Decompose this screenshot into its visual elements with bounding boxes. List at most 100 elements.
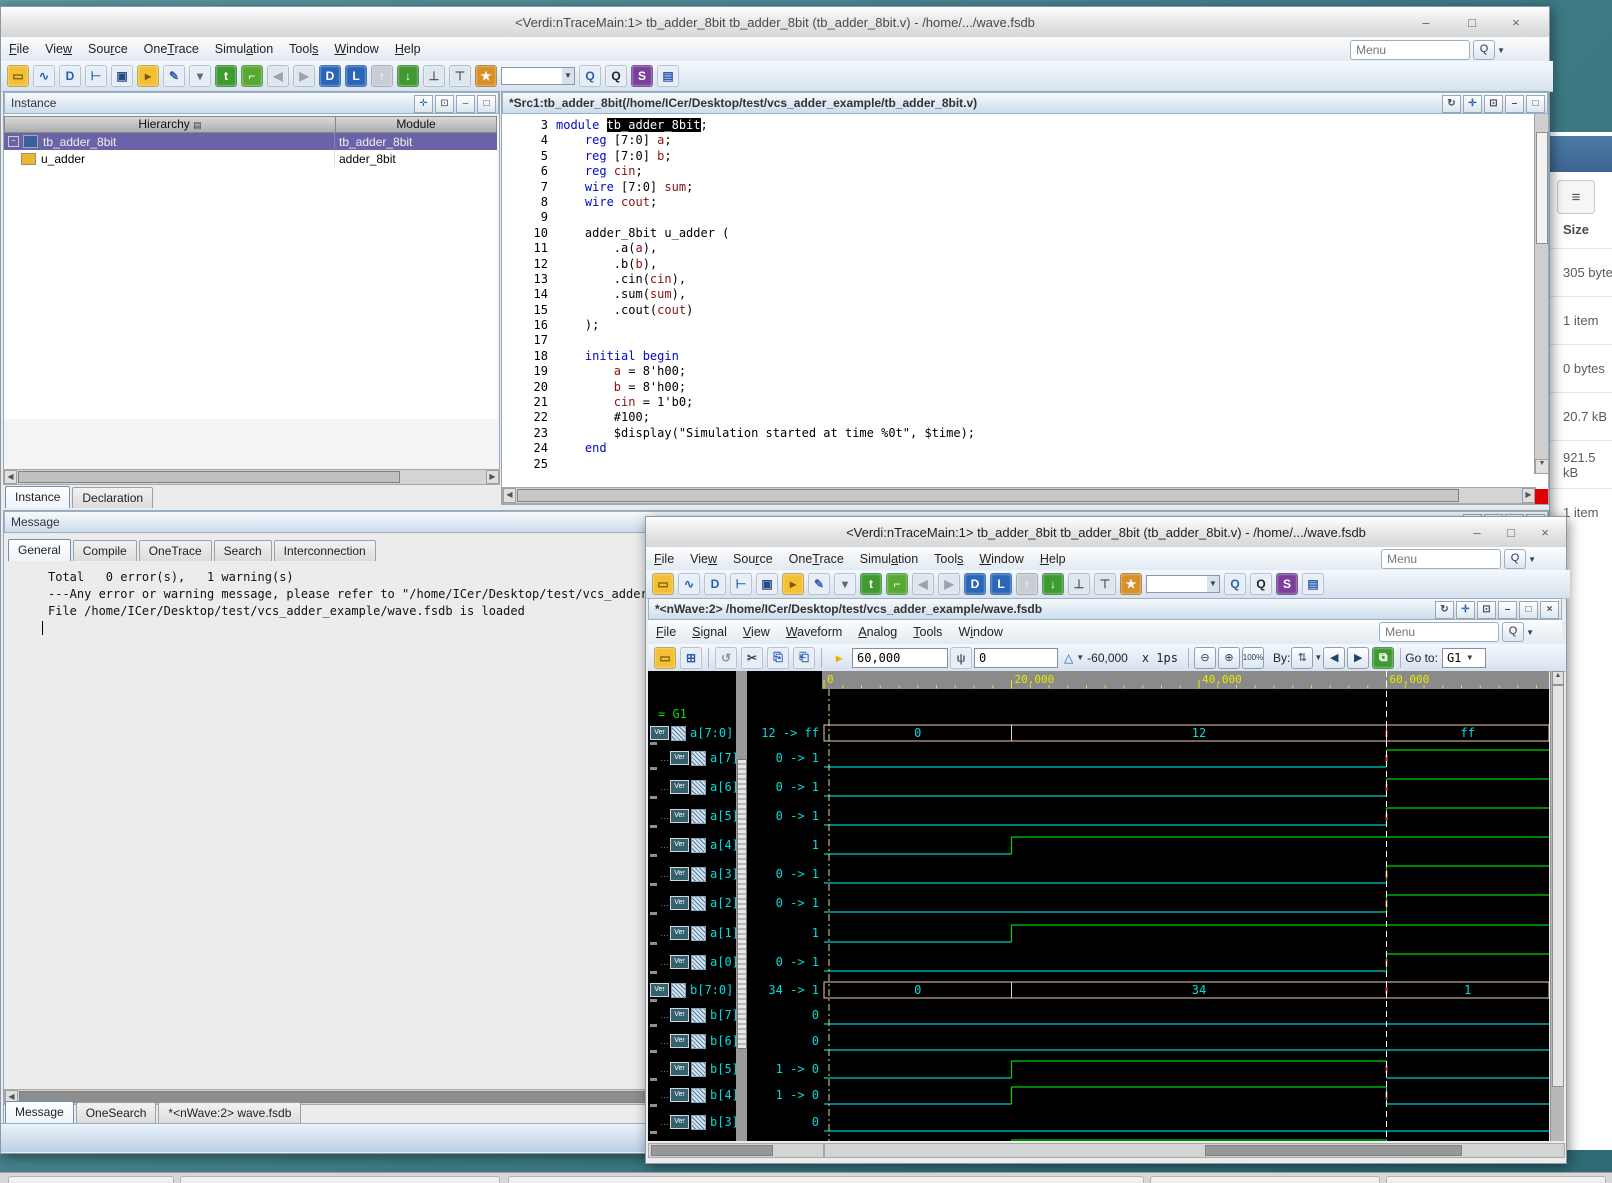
menu-search-input[interactable] [1381, 549, 1502, 569]
signal-row[interactable]: Ver a[7:0] [650, 724, 733, 742]
menu-search-dropdown-icon[interactable]: ▼ [1497, 46, 1505, 55]
signal-name[interactable]: b[5] [710, 1062, 736, 1076]
window2-menu-search[interactable]: Q ▼ [1381, 549, 1536, 569]
signal-panel-vscrollbar[interactable] [736, 671, 747, 1141]
down-circle-icon[interactable]: ↓ [397, 65, 419, 87]
netlist-icon[interactable]: ⊢ [730, 573, 752, 595]
hamburger-menu-button[interactable]: ≡ [1557, 180, 1595, 214]
tab-interconnection[interactable]: Interconnection [273, 540, 376, 561]
menu-search-dropdown-icon[interactable]: ▼ [1526, 628, 1534, 637]
up-circle-icon[interactable]: ↑ [1016, 573, 1038, 595]
cut-icon[interactable]: ✂ [741, 646, 763, 669]
window1-titlebar[interactable]: <Verdi:nTraceMain:1> tb_adder_8bit tb_ad… [1, 7, 1549, 38]
menu-source[interactable]: Source [725, 550, 781, 568]
maximize-panel-icon[interactable]: □ [477, 95, 496, 113]
trace-load-icon[interactable]: ⌐ [241, 65, 263, 87]
restore-panel-icon[interactable]: ⊡ [435, 95, 454, 113]
maximize-button[interactable]: □ [1459, 14, 1485, 32]
sort-icon[interactable]: ▤ [193, 120, 202, 130]
scroll-up-icon[interactable]: ▲ [1552, 671, 1564, 685]
frame-tab-onesearch[interactable]: OneSearch [75, 1102, 157, 1123]
back-icon[interactable]: ◀ [267, 65, 289, 87]
hier-up-icon[interactable]: ⊥ [1068, 573, 1090, 595]
minimize-button[interactable]: – [1413, 14, 1439, 32]
folder-run-icon[interactable]: ▸ [137, 65, 159, 87]
taskbar-window-button[interactable] [1150, 1176, 1380, 1183]
menu-view[interactable]: View [735, 623, 778, 641]
signal-row[interactable]: …Ver a[6] [660, 778, 736, 796]
flipflop-icon[interactable]: D [704, 573, 726, 595]
pin-icon[interactable]: ✛ [1456, 601, 1475, 619]
minimize-panel-icon[interactable]: – [1498, 601, 1517, 619]
group-label[interactable]: = G1 [658, 707, 687, 721]
signal-row[interactable]: Ver b[7:0] [650, 981, 733, 999]
menu-file[interactable]: File [646, 550, 682, 568]
menu-view[interactable]: View [37, 40, 80, 58]
minimize-panel-icon[interactable]: – [1505, 95, 1524, 113]
size-column-header[interactable]: Size [1563, 222, 1612, 244]
menu-view[interactable]: View [682, 550, 725, 568]
sweep-icon[interactable]: ψ [950, 646, 972, 669]
menu-simulation[interactable]: Simulation [852, 550, 926, 568]
up-circle-icon[interactable]: ↑ [371, 65, 393, 87]
instance-row[interactable]: u_adder adder_8bit [4, 150, 497, 167]
hier-up-icon[interactable]: ⊥ [423, 65, 445, 87]
signal-row[interactable]: …Ver a[7] [660, 749, 736, 767]
trace-load-icon[interactable]: ⌐ [886, 573, 908, 595]
advanced-find-icon[interactable]: Q [1250, 573, 1272, 595]
menu-file[interactable]: File [648, 623, 684, 641]
maximize-button[interactable]: □ [1498, 524, 1524, 542]
menu-tools[interactable]: Tools [281, 40, 326, 58]
signal-name[interactable]: b[7:0] [690, 983, 733, 997]
doc-dropdown-icon[interactable]: ▾ [189, 65, 211, 87]
restore-panel-icon[interactable]: ⊡ [1477, 601, 1496, 619]
instance-panel-titlebar[interactable]: Instance ✛ ⊡ – □ [4, 92, 499, 114]
pages-icon[interactable]: ⧉ [1372, 646, 1395, 669]
afs-icon[interactable]: S [1276, 573, 1298, 595]
maximize-panel-icon[interactable]: □ [1526, 95, 1545, 113]
print-icon[interactable]: ▤ [1302, 573, 1324, 595]
menu-window[interactable]: Window [971, 550, 1031, 568]
tab-onetrace[interactable]: OneTrace [138, 540, 212, 561]
signal-row[interactable]: …Ver b[7] [660, 1006, 736, 1024]
signal-row[interactable]: …Ver b[3] [660, 1113, 736, 1131]
menu-window[interactable]: Window [950, 623, 1010, 641]
signal-value-panel[interactable]: 12 -> ff 0 -> 1 0 -> 1 0 -> 1 1 0 -> 1 0 -> 1 1… [747, 671, 822, 1141]
doc-dropdown-icon[interactable]: ▾ [834, 573, 856, 595]
source-hscrollbar[interactable]: ◀ ▶ [502, 487, 1536, 504]
tab-declaration[interactable]: Declaration [72, 487, 154, 508]
signal-row[interactable]: …Ver a[0] [660, 953, 736, 971]
netlist-icon[interactable]: ⊢ [85, 65, 107, 87]
open-folder-icon[interactable]: ▭ [652, 573, 674, 595]
menu-search-dropdown-icon[interactable]: ▼ [1528, 555, 1536, 564]
delta-dropdown-icon[interactable]: ▼ [1076, 653, 1084, 662]
signal-name[interactable]: a[4] [710, 838, 736, 852]
expand-toggle-icon[interactable]: − [8, 136, 19, 147]
scroll-down-icon[interactable]: ▼ [1535, 459, 1549, 474]
frame-tab--lt-nwave-2-gt-wave-fsdb[interactable]: *<nWave:2> wave.fsdb [158, 1102, 302, 1123]
menu-source[interactable]: Source [80, 40, 136, 58]
flipflop-icon[interactable]: D [59, 65, 81, 87]
taskbar-window-button[interactable] [508, 1176, 1144, 1183]
menu-tools[interactable]: Tools [905, 623, 950, 641]
signal-row[interactable]: …Ver a[2] [660, 894, 736, 912]
pin-icon[interactable]: ✛ [414, 95, 433, 113]
signal-search-combo[interactable]: ▼ [1146, 575, 1220, 593]
signal-name-panel[interactable]: = G1 Ver a[7:0] …Ver a[7] …Ver a[6] …Ver… [648, 671, 736, 1141]
menu-help[interactable]: Help [387, 40, 429, 58]
afs-icon[interactable]: S [631, 65, 653, 87]
signal-row[interactable]: …Ver b[2] [660, 1139, 736, 1141]
undo-icon[interactable]: ↺ [715, 646, 737, 669]
signal-name[interactable]: b[7] [710, 1008, 736, 1022]
signal-name[interactable]: a[7:0] [690, 726, 733, 740]
search-mode-icon[interactable]: ⇅ [1291, 646, 1314, 669]
zoom-full-icon[interactable]: 100% [1241, 646, 1264, 669]
edit-icon[interactable]: ✎ [163, 65, 185, 87]
minimize-button[interactable]: – [1464, 524, 1490, 542]
source-view-icon[interactable]: ▣ [756, 573, 778, 595]
menu-signal[interactable]: Signal [684, 623, 735, 641]
resize-corner[interactable] [1535, 489, 1548, 504]
reload-icon[interactable]: ↻ [1435, 601, 1454, 619]
nwave-titlebar[interactable]: *<nWave:2> /home/ICer/Desktop/test/vcs_a… [648, 598, 1562, 620]
signal-name[interactable]: a[1] [710, 926, 736, 940]
